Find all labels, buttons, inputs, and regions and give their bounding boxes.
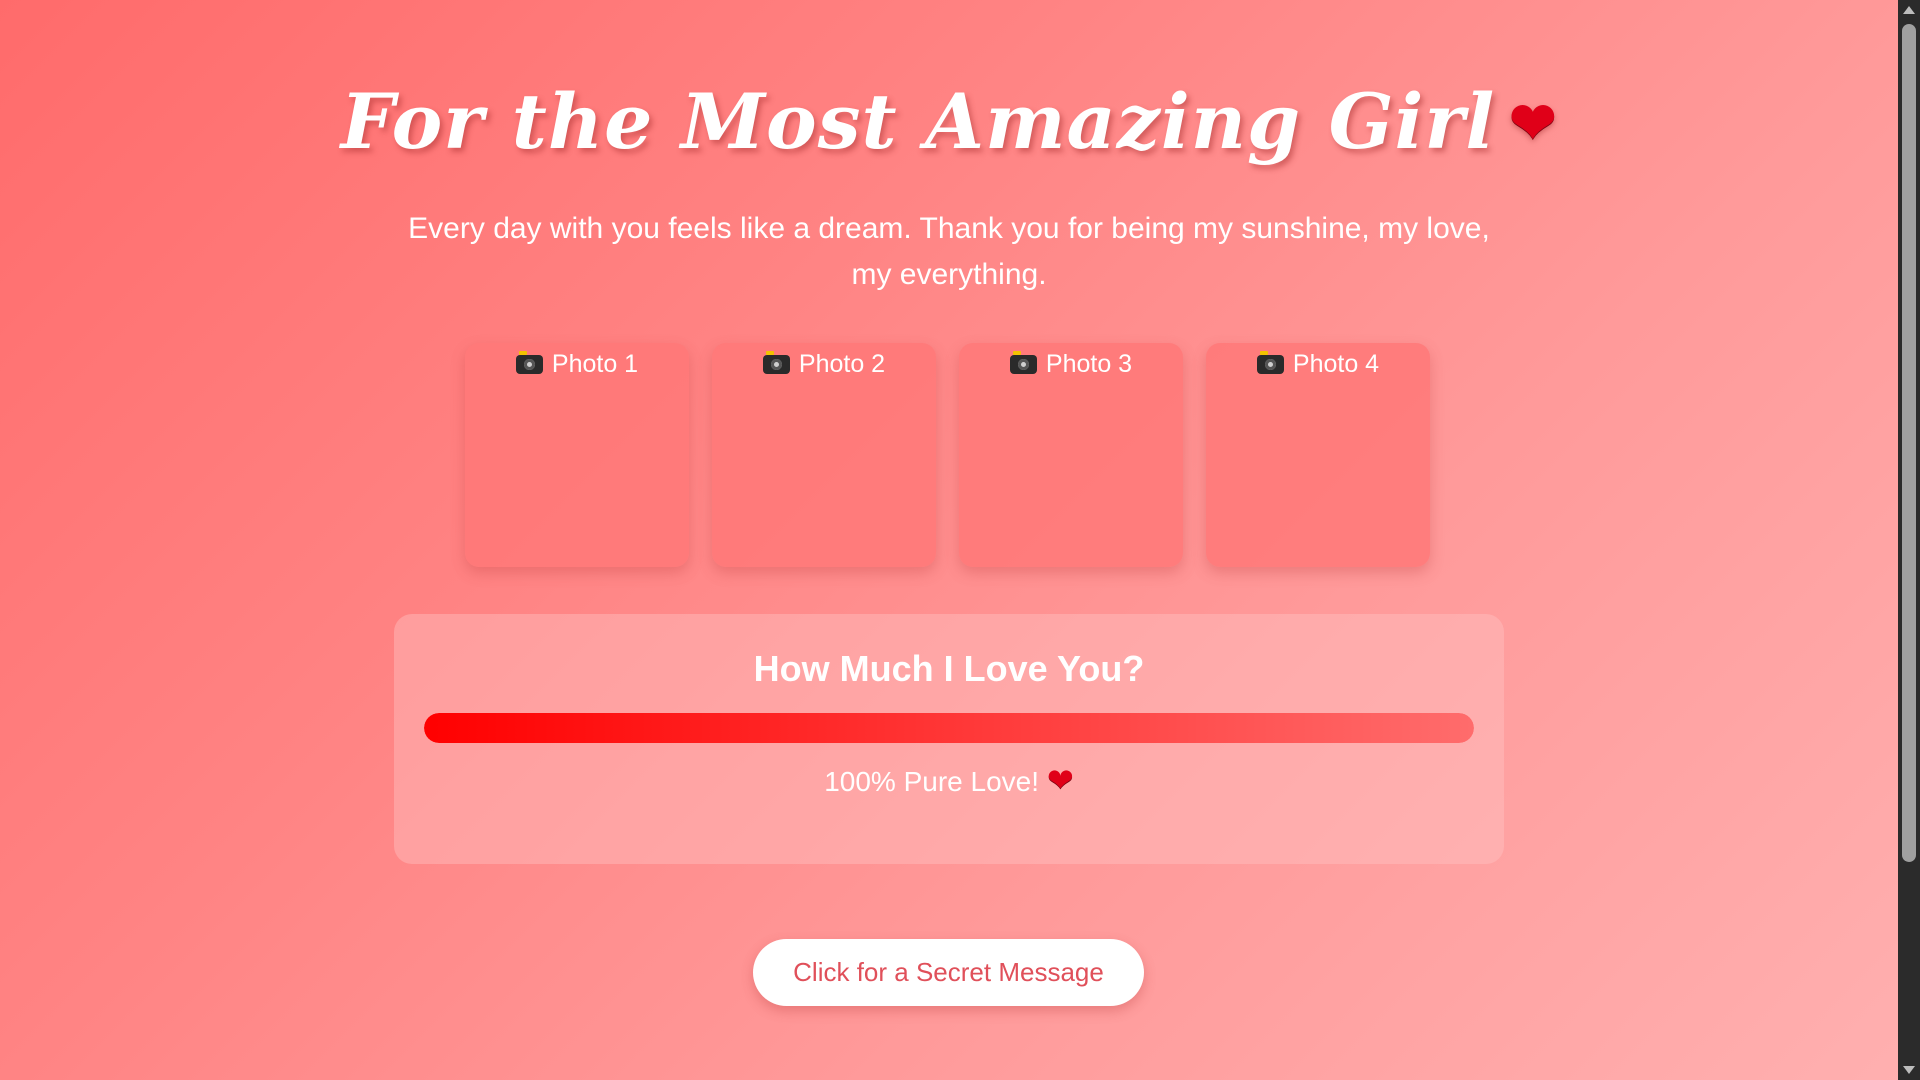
scroll-up-arrow-icon[interactable] [1903,6,1915,14]
photo-label: Photo 4 [1292,350,1380,378]
love-meter-title: How Much I Love You? [753,648,1145,689]
photo-label: Photo 3 [1045,350,1133,378]
photo-card-2[interactable]: Photo 2 [712,343,936,567]
scrollbar-thumb[interactable] [1902,24,1916,862]
page-subtitle: Every day with you feels like a dream. T… [408,212,1490,291]
photo-gallery: Photo 1 Photo 2 Photo 3 Photo 4 [465,343,1430,567]
secret-message-button[interactable]: Click for a Secret Message [753,939,1144,1006]
photo-card-1[interactable]: Photo 1 [465,343,689,567]
photo-label: Photo 1 [551,350,639,378]
love-meter-caption-text: 100% Pure Love! [824,766,1039,797]
love-meter-caption: 100% Pure Love! ❤ [394,760,1504,802]
photo-card-3[interactable]: Photo 3 [959,343,1183,567]
page: For the Most Amazing Girl ❤ Every day wit… [0,0,1898,1080]
camera-icon [762,351,790,374]
page-title-text: For the Most Amazing Girl [340,77,1496,166]
photo-card-4[interactable]: Photo 4 [1206,343,1430,567]
heart-icon: ❤ [1047,762,1074,798]
camera-icon [1009,351,1037,374]
page-title: For the Most Amazing Girl ❤ [0,72,1898,173]
heart-icon: ❤ [1509,90,1558,156]
vertical-scrollbar[interactable] [1898,0,1920,1080]
scroll-down-arrow-icon[interactable] [1903,1066,1915,1074]
photo-label: Photo 2 [798,350,886,378]
camera-icon [1256,351,1284,374]
love-meter-panel: How Much I Love You? 100% Pure Love! ❤ [394,614,1504,864]
love-meter-fill [424,713,1474,743]
camera-icon [515,351,543,374]
love-meter-bar [424,713,1474,743]
